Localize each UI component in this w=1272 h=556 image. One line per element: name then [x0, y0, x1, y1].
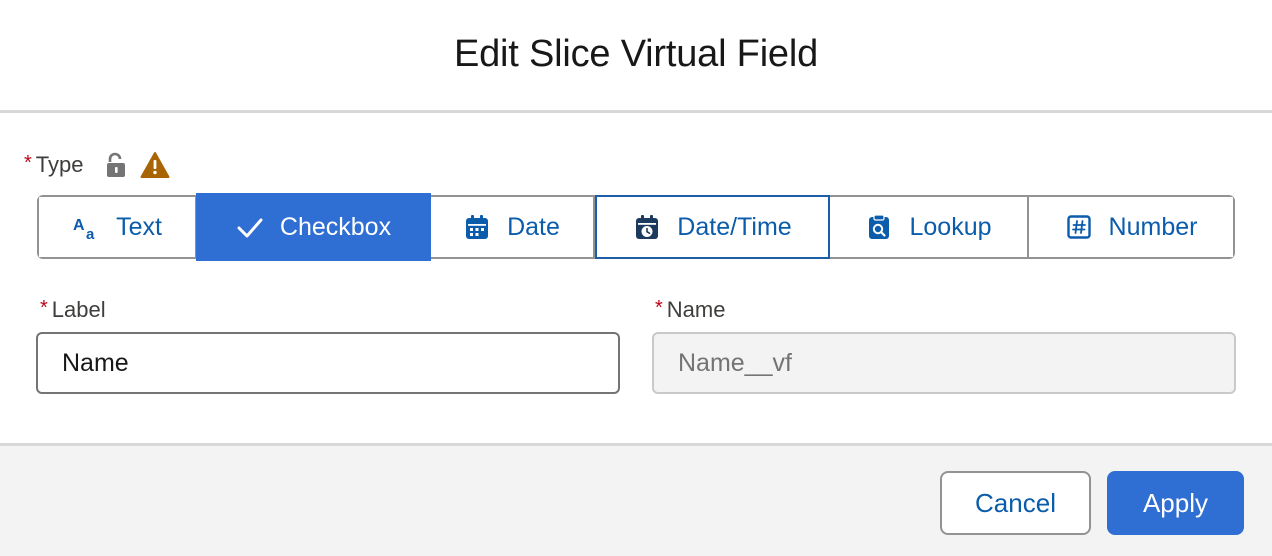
calendar-clock-icon [633, 213, 661, 241]
lookup-icon [865, 213, 893, 241]
label-input-value: Name [62, 348, 129, 377]
required-indicator: * [24, 151, 32, 174]
type-option-date[interactable]: Date [430, 197, 595, 257]
edit-virtual-field-modal: Edit Slice Virtual Field * Type A a Text… [0, 0, 1272, 556]
check-icon [236, 213, 264, 241]
label-label-text: Label [51, 297, 106, 322]
unlock-icon[interactable] [104, 152, 130, 178]
cancel-button[interactable]: Cancel [940, 471, 1091, 535]
name-field-label: * Name [655, 297, 725, 323]
name-input: Name__vf [652, 332, 1236, 394]
name-input-value: Name__vf [678, 348, 792, 377]
type-option-label: Number [1108, 212, 1198, 241]
modal-title: Edit Slice Virtual Field [453, 32, 819, 75]
type-option-number[interactable]: Number [1029, 197, 1233, 257]
type-field-label: * Type [24, 151, 170, 179]
modal-header: Edit Slice Virtual Field [0, 0, 1272, 110]
type-option-label: Date [507, 212, 560, 241]
name-label-text: Name [666, 297, 726, 322]
warning-icon[interactable] [140, 151, 170, 179]
label-field-label: * Label [40, 297, 106, 323]
type-option-datetime[interactable]: Date/Time [595, 195, 830, 259]
calendar-icon [463, 213, 491, 241]
label-input[interactable]: Name [36, 332, 620, 394]
type-option-text[interactable]: A a Text [39, 197, 197, 257]
type-selector: A a Text Checkbox Date Date/Time Lookup … [37, 194, 1235, 260]
type-option-label: Date/Time [677, 212, 792, 241]
apply-button[interactable]: Apply [1107, 471, 1244, 535]
type-label-text: Type [35, 152, 84, 177]
number-icon [1065, 213, 1093, 241]
type-option-lookup[interactable]: Lookup [830, 197, 1029, 257]
required-indicator: * [655, 296, 663, 319]
text-icon: A a [72, 213, 100, 241]
type-option-label: Text [116, 212, 162, 241]
type-option-label: Lookup [909, 212, 992, 241]
type-option-label: Checkbox [279, 212, 392, 241]
type-option-checkbox[interactable]: Checkbox [197, 194, 430, 260]
required-indicator: * [40, 296, 48, 319]
svg-text:a: a [86, 226, 95, 241]
svg-text:A: A [73, 217, 85, 234]
modal-body: * Type A a Text Checkbox Date Date/Time … [0, 113, 1272, 443]
modal-footer: Cancel Apply [0, 446, 1272, 556]
